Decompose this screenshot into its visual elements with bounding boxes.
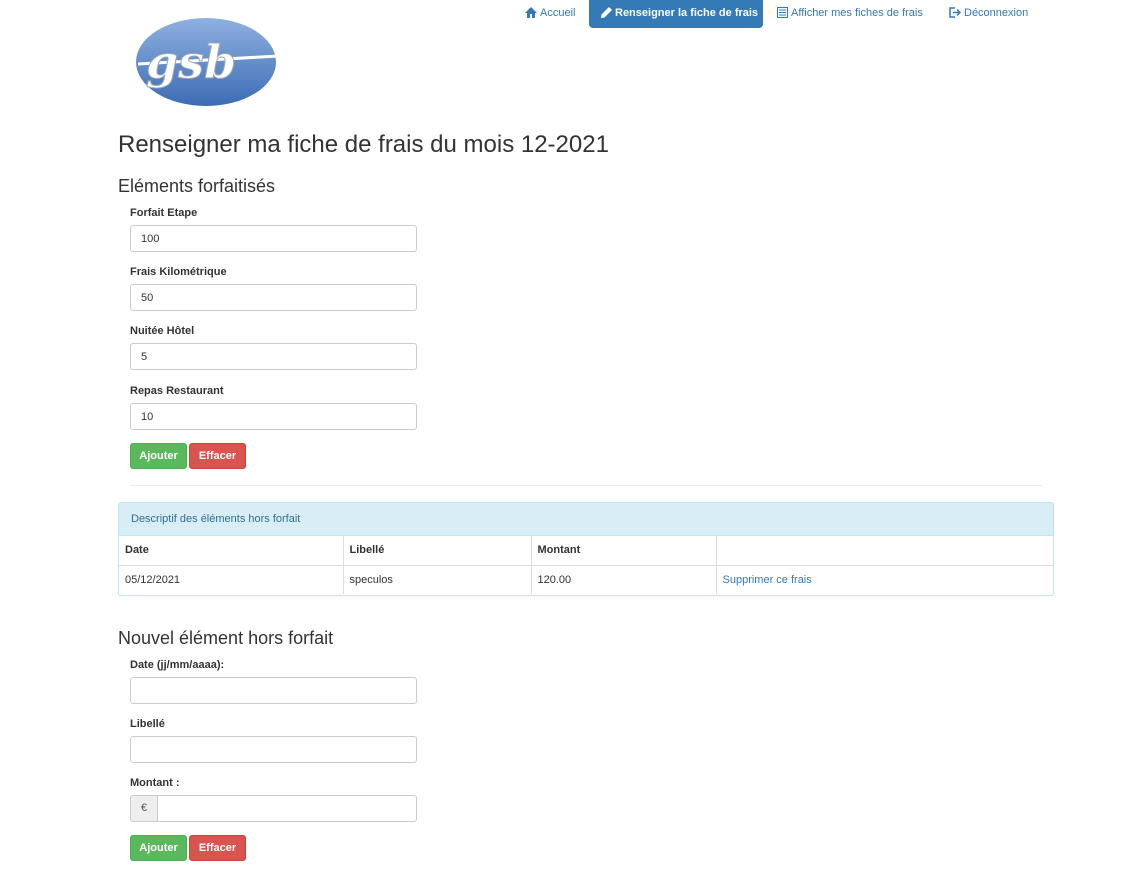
- nav-accueil-label: Accueil: [540, 7, 576, 19]
- table-header-row: Date Libellé Montant: [119, 536, 1053, 566]
- pencil-icon: [601, 7, 612, 18]
- column-header-libelle: Libellé: [343, 536, 532, 566]
- hors-forfait-panel: Descriptif des éléments hors forfait Dat…: [118, 502, 1054, 596]
- nav-accueil[interactable]: Accueil: [525, 0, 575, 28]
- cell-action: Supprimer ce frais: [716, 565, 1053, 594]
- gsb-logo: gsb: [132, 16, 280, 110]
- forfait-etape-label: Forfait Etape: [130, 207, 198, 219]
- montant-label: Montant :: [130, 777, 180, 789]
- nouvel-clear-button[interactable]: Effacer: [189, 835, 246, 861]
- svg-text:gsb: gsb: [146, 35, 236, 89]
- forfait-clear-button[interactable]: Effacer: [189, 443, 246, 469]
- hors-forfait-table: Date Libellé Montant 05/12/2021 speculos…: [119, 536, 1053, 594]
- table-row: 05/12/2021 speculos 120.00 Supprimer ce …: [119, 565, 1053, 594]
- nav-deconnexion[interactable]: Déconnexion: [949, 0, 1028, 28]
- column-header-action: [716, 536, 1053, 566]
- montant-input[interactable]: [157, 795, 417, 822]
- forfait-add-button[interactable]: Ajouter: [130, 443, 187, 469]
- nav-afficher-label: Afficher mes fiches de frais: [791, 7, 923, 19]
- frais-kilometrique-label: Frais Kilométrique: [130, 266, 227, 278]
- montant-input-group: €: [130, 795, 417, 822]
- forfait-section-title: Eléments forfaitisés: [118, 176, 276, 196]
- libelle-label: Libellé: [130, 718, 165, 730]
- hors-forfait-panel-heading: Descriptif des éléments hors forfait: [119, 503, 1053, 536]
- nuitee-hotel-input[interactable]: [130, 343, 417, 370]
- logout-icon: [949, 7, 962, 18]
- nouvel-add-button[interactable]: Ajouter: [130, 835, 187, 861]
- date-input[interactable]: [130, 677, 417, 704]
- frais-kilometrique-input[interactable]: [130, 284, 417, 311]
- nav-renseigner-label: Renseigner la fiche de frais: [615, 7, 759, 19]
- cell-libelle: speculos: [343, 565, 532, 594]
- libelle-input[interactable]: [130, 736, 417, 763]
- cell-montant: 120.00: [531, 565, 717, 594]
- nav-deconnexion-label: Déconnexion: [964, 7, 1029, 19]
- euro-addon: €: [130, 795, 157, 822]
- list-icon: [777, 7, 788, 18]
- column-header-date: Date: [119, 536, 344, 566]
- divider: [130, 485, 1042, 486]
- repas-restaurant-label: Repas Restaurant: [130, 385, 224, 397]
- nuitee-hotel-label: Nuitée Hôtel: [130, 325, 195, 337]
- repas-restaurant-input[interactable]: [130, 403, 417, 430]
- delete-frais-link[interactable]: Supprimer ce frais: [723, 574, 812, 586]
- cell-date: 05/12/2021: [119, 565, 344, 594]
- page-title: Renseigner ma fiche de frais du mois 12-…: [118, 131, 609, 158]
- date-label: Date (jj/mm/aaaa):: [130, 659, 225, 671]
- home-icon: [525, 7, 537, 18]
- forfait-etape-input[interactable]: [130, 225, 417, 252]
- column-header-montant: Montant: [531, 536, 717, 566]
- nouvel-section-title: Nouvel élément hors forfait: [118, 628, 334, 648]
- nav-afficher[interactable]: Afficher mes fiches de frais: [777, 0, 923, 28]
- nav-renseigner[interactable]: Renseigner la fiche de frais: [589, 0, 763, 28]
- top-nav: Accueil Renseigner la fiche de frais Aff…: [0, 0, 1138, 28]
